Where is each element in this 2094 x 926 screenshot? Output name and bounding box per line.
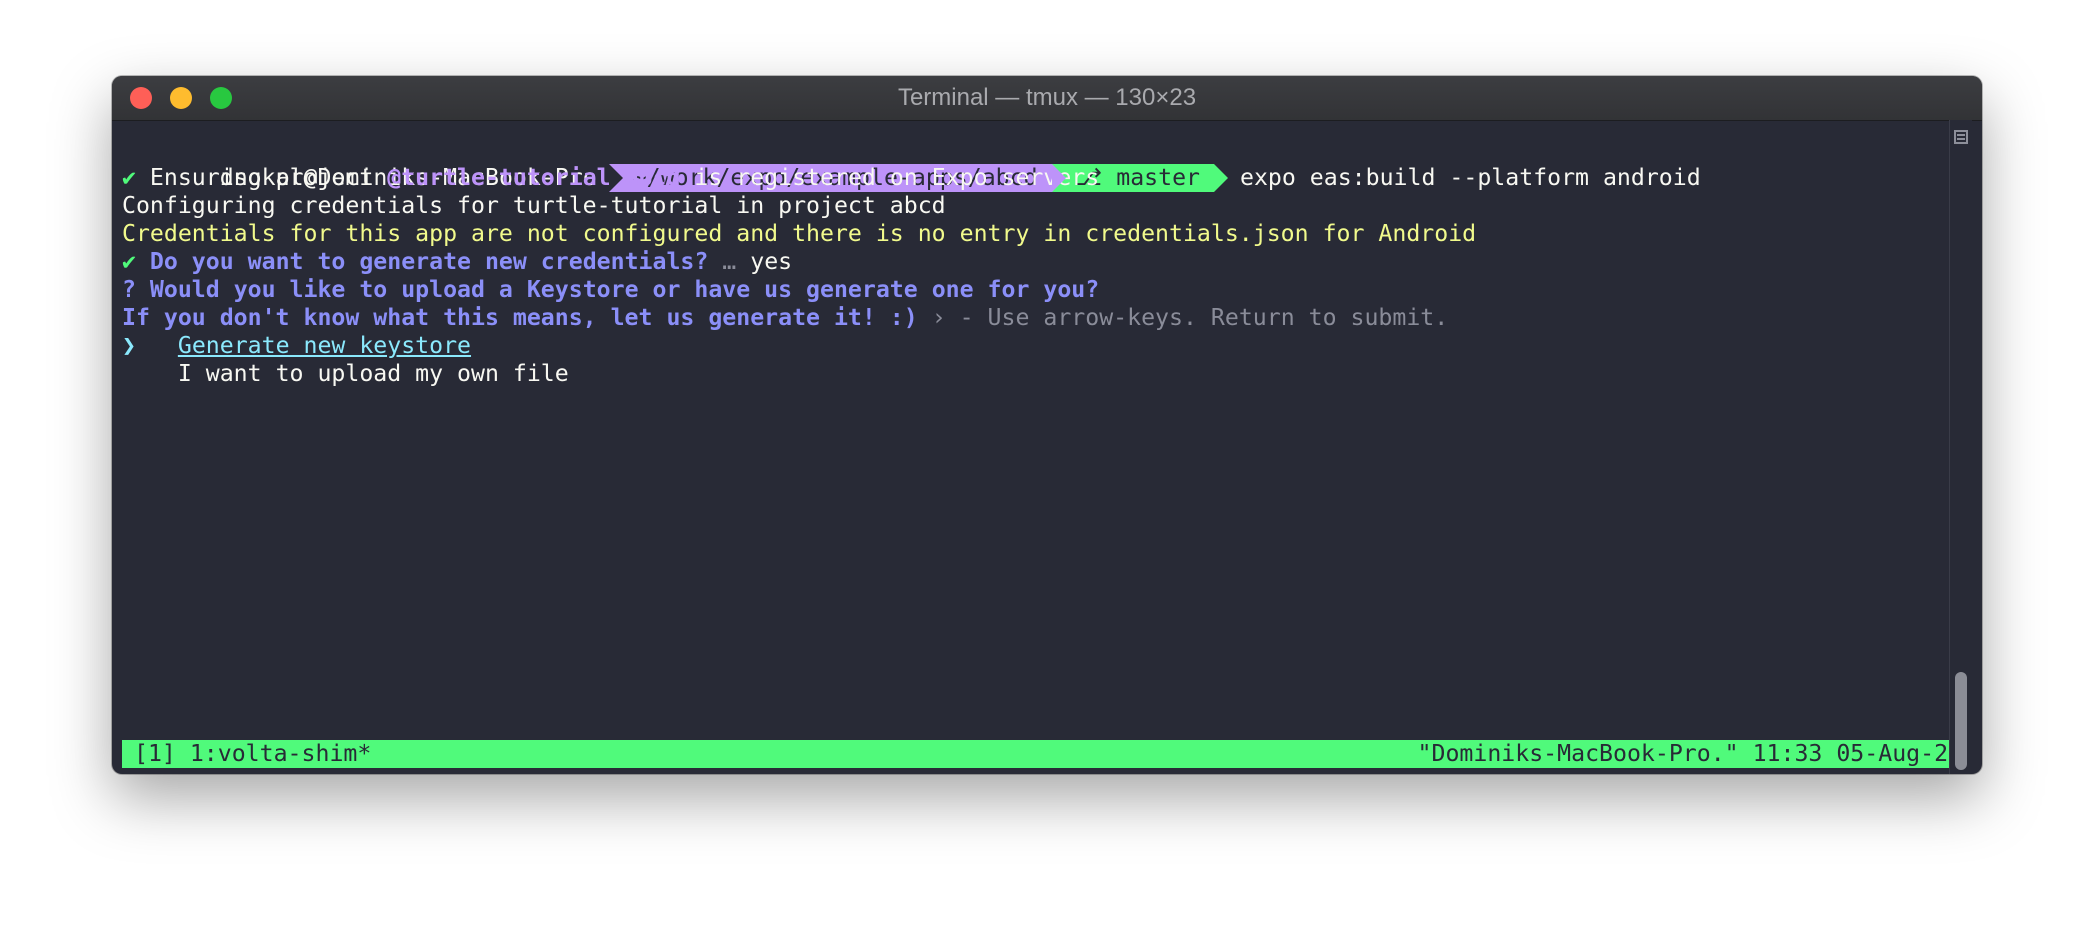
output-line-question-keystore: ? Would you like to upload a Keystore or… <box>122 276 1099 304</box>
check-icon: ✔ <box>122 164 136 191</box>
selection-pointer-icon: ❯ <box>122 332 136 359</box>
prompt-separator-arrow <box>1214 164 1228 192</box>
title-bar[interactable]: Terminal — tmux — 130×23 <box>112 76 1982 121</box>
question-text: Do you want to generate new credentials? <box>135 248 709 275</box>
terminal-window: Terminal — tmux — 130×23 dsokal@Dominiks… <box>112 76 1982 774</box>
answer-text: yes <box>750 248 793 275</box>
output-text: is registered on Expo servers <box>680 164 1100 191</box>
question-text: Would you like to upload a Keystore or h… <box>135 276 1100 303</box>
output-line-configuring: Configuring credentials for turtle-tutor… <box>122 192 946 219</box>
question-mark-icon: ? <box>122 276 136 303</box>
tmux-window-list[interactable]: [1] 1:volta-shim* <box>134 740 371 768</box>
check-icon: ✔ <box>122 248 136 275</box>
option-generate-keystore[interactable]: ❯ Generate new keystore <box>122 332 471 360</box>
prompt-separator-arrow <box>608 164 623 192</box>
option-label: Generate new keystore <box>177 332 472 359</box>
prompt-command: expo eas:build --platform android <box>1240 164 1701 191</box>
split-pane-icon[interactable] <box>1954 130 1968 144</box>
terminal-content[interactable]: dsokal@Dominiks-MacBook-Pro ~/work/expo/e… <box>122 120 1962 774</box>
question-text: If you don't know what this means, let u… <box>122 304 918 331</box>
answer-separator: … <box>708 248 751 275</box>
scrollbar[interactable] <box>1949 120 1972 774</box>
option-upload-file[interactable]: I want to upload my own file <box>122 360 569 388</box>
tmux-status-bar: [1] 1:volta-shim* "Dominiks-MacBook-Pro.… <box>122 740 1962 768</box>
prompt-line: dsokal@Dominiks-MacBook-Pro ~/work/expo/e… <box>122 136 1701 192</box>
option-label: I want to upload my own file <box>177 360 569 387</box>
window-title: Terminal — tmux — 130×23 <box>897 84 1197 111</box>
hint-text: › - Use arrow-keys. Return to submit. <box>917 304 1449 331</box>
prompt-branch: master <box>1116 164 1200 191</box>
output-line-warning: Credentials for this app are not configu… <box>122 220 1477 247</box>
tmux-status-right: "Dominiks-MacBook-Pro." 11:33 05-Aug-20 <box>1417 740 1962 767</box>
output-line-hint: If you don't know what this means, let u… <box>122 304 1448 332</box>
prompt-separator-arrow <box>1051 164 1066 192</box>
output-line-question-generate: ✔ Do you want to generate new credential… <box>122 248 792 276</box>
scroll-thumb[interactable] <box>1955 672 1967 770</box>
project-name: @turtle-tutorial/abcd <box>387 164 681 191</box>
output-text: Ensuring project <box>135 164 388 191</box>
